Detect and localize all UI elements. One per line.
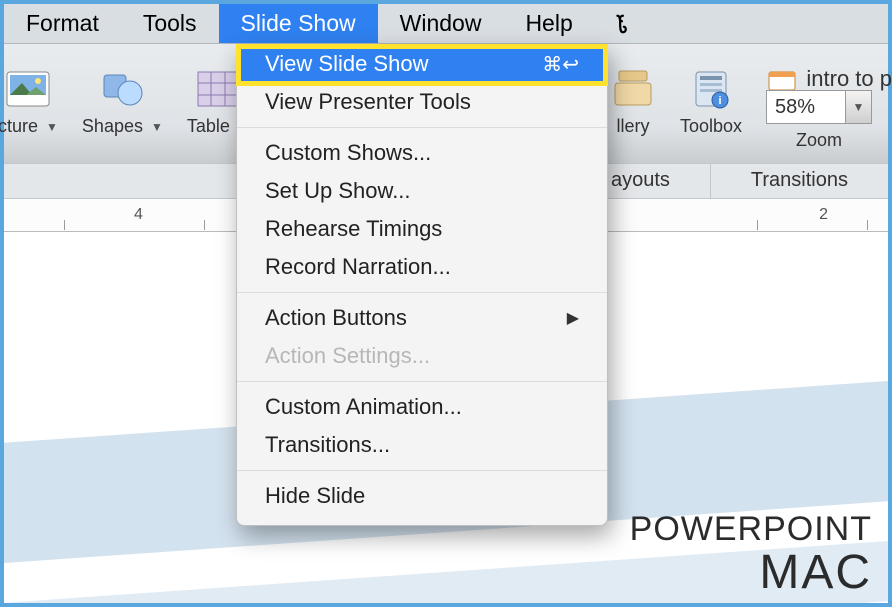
submenu-arrow-icon: ▶ bbox=[567, 308, 579, 328]
menu-help[interactable]: Help bbox=[503, 4, 594, 43]
menu-tools[interactable]: Tools bbox=[121, 4, 219, 43]
menu-item-rehearse-timings[interactable]: Rehearse Timings bbox=[237, 210, 607, 248]
menu-item-view-slide-show[interactable]: View Slide Show⌘↩ bbox=[237, 45, 607, 83]
document-title: intro to p bbox=[806, 66, 892, 92]
menu-item-custom-animation[interactable]: Custom Animation... bbox=[237, 388, 607, 426]
menu-format[interactable]: Format bbox=[4, 4, 121, 43]
chevron-down-icon: ▼ bbox=[151, 120, 163, 134]
document-icon bbox=[768, 69, 796, 91]
menu-separator bbox=[237, 470, 607, 471]
menu-window[interactable]: Window bbox=[378, 4, 504, 43]
table-icon bbox=[195, 66, 241, 112]
svg-text:i: i bbox=[718, 95, 721, 107]
menubar: Format Tools Slide Show Window Help bbox=[4, 4, 888, 44]
menu-separator bbox=[237, 292, 607, 293]
menu-slide-show[interactable]: Slide Show bbox=[219, 4, 378, 43]
zoom-dropdown-button[interactable]: ▼ bbox=[846, 90, 872, 124]
menu-item-set-up-show[interactable]: Set Up Show... bbox=[237, 172, 607, 210]
shortcut-label: ⌘↩ bbox=[542, 52, 579, 77]
slide-show-menu: View Slide Show⌘↩ View Presenter Tools C… bbox=[236, 44, 608, 526]
chevron-down-icon: ▼ bbox=[46, 120, 58, 134]
menu-item-action-buttons[interactable]: Action Buttons▶ bbox=[237, 299, 607, 337]
menu-separator bbox=[237, 381, 607, 382]
menu-item-view-presenter-tools[interactable]: View Presenter Tools bbox=[237, 83, 607, 121]
gallery-button[interactable]: llery bbox=[598, 66, 668, 137]
menu-item-record-narration[interactable]: Record Narration... bbox=[237, 248, 607, 286]
shapes-label: Shapes bbox=[82, 116, 143, 137]
zoom-control[interactable]: 58% ▼ Zoom bbox=[766, 90, 872, 151]
shapes-button[interactable]: Shapes ▼ bbox=[70, 66, 175, 137]
zoom-value: 58% bbox=[775, 96, 815, 119]
picture-icon bbox=[5, 66, 51, 112]
toolbox-label: Toolbox bbox=[680, 116, 742, 137]
ruler-mark: 2 bbox=[819, 206, 828, 224]
menu-item-hide-slide[interactable]: Hide Slide bbox=[237, 477, 607, 515]
script-menu-icon[interactable] bbox=[595, 4, 649, 43]
ruler-mark: 4 bbox=[134, 206, 143, 224]
gallery-icon bbox=[610, 66, 656, 112]
menu-item-custom-shows[interactable]: Custom Shows... bbox=[237, 134, 607, 172]
picture-label: cture bbox=[0, 116, 38, 137]
toolbox-icon: i bbox=[688, 66, 734, 112]
menu-item-transitions[interactable]: Transitions... bbox=[237, 426, 607, 464]
menu-separator bbox=[237, 127, 607, 128]
shapes-icon bbox=[99, 66, 145, 112]
watermark: POWERPOINT MAC bbox=[630, 510, 872, 597]
table-label: Table bbox=[187, 116, 230, 137]
zoom-label: Zoom bbox=[796, 130, 842, 151]
menu-item-action-settings: Action Settings... bbox=[237, 337, 607, 375]
gallery-label: llery bbox=[616, 116, 649, 137]
tab-transitions[interactable]: Transitions bbox=[711, 164, 888, 198]
picture-button[interactable]: cture ▼ bbox=[0, 66, 70, 137]
chevron-down-icon: ▼ bbox=[853, 100, 865, 114]
